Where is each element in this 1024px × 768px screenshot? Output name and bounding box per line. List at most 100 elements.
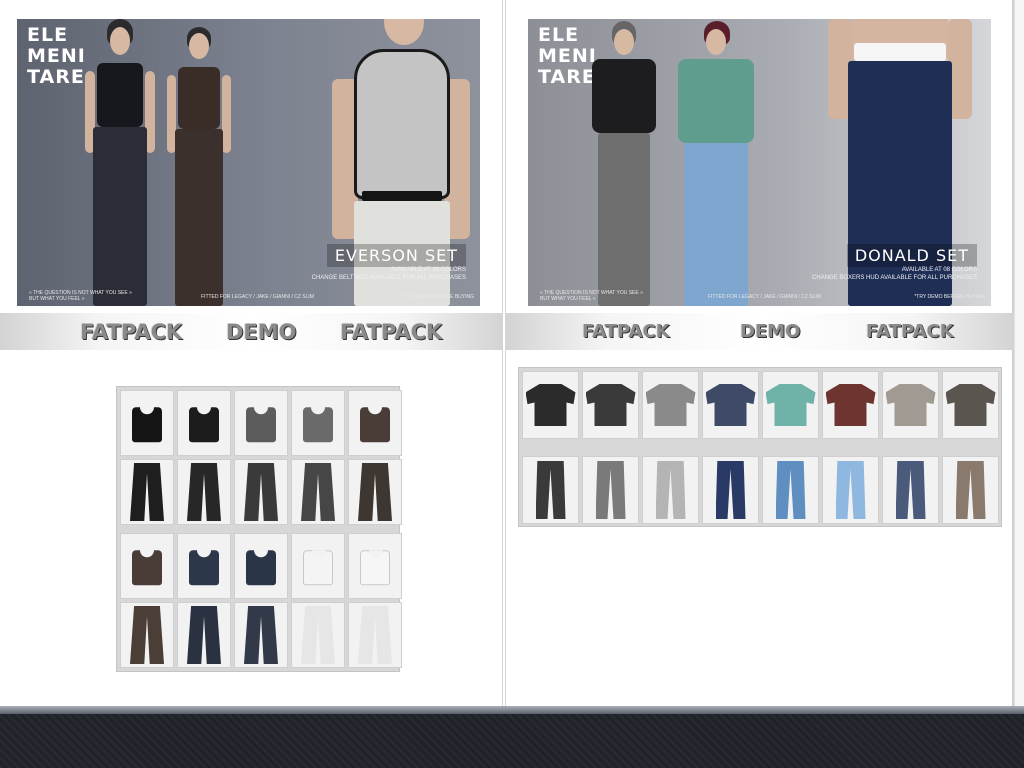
tank-top-swatch[interactable] — [291, 390, 345, 456]
shirt-swatch[interactable] — [702, 371, 759, 439]
tank-top-swatch[interactable] — [348, 390, 402, 456]
pants-swatch[interactable] — [120, 602, 174, 668]
tank-top-icon — [189, 549, 219, 586]
demo-button[interactable]: DEMO — [740, 321, 800, 342]
fatpack-demo-banner: FATPACK DEMO FATPACK — [506, 313, 1015, 350]
pants-icon — [130, 606, 164, 664]
trousers-swatch[interactable] — [942, 456, 999, 524]
set-color-count: AVAILABLE AT 08 COLORS — [901, 267, 977, 273]
set-name-label: DONALD SET — [846, 244, 977, 267]
tank-top-swatch[interactable] — [234, 390, 288, 456]
fatpack-button[interactable]: FATPACK — [340, 320, 442, 344]
pants-icon — [130, 463, 164, 521]
demo-button[interactable]: DEMO — [226, 320, 297, 344]
fatpack-button[interactable]: FATPACK — [866, 321, 954, 342]
shirt-icon — [645, 384, 696, 426]
tank-top-icon — [189, 406, 219, 443]
tank-top-swatch[interactable] — [120, 533, 174, 599]
pants-swatch[interactable] — [120, 459, 174, 525]
trousers-swatch[interactable] — [582, 456, 639, 524]
fatpack-button[interactable]: FATPACK — [80, 320, 182, 344]
shirt-swatch[interactable] — [942, 371, 999, 439]
shirt-icon — [585, 384, 636, 426]
shirt-swatch[interactable] — [582, 371, 639, 439]
set-hud-note: CHANGE BOXERS HUD AVAILABLE FOR ALL PURC… — [812, 275, 977, 281]
set-hud-note: CHANGE BELT HUD AVAILABLE FOR ALL PURCHA… — [311, 275, 466, 281]
background-desktop — [0, 706, 1024, 768]
everson-color-grid — [116, 386, 402, 672]
model-figure — [674, 21, 758, 306]
tank-top-icon — [132, 549, 162, 586]
pants-icon — [358, 606, 392, 664]
shirt-swatch[interactable] — [882, 371, 939, 439]
everson-set-ad-image: ELE MENI TARE EVERSON SET AVAILABLE AT 1… — [17, 19, 480, 306]
tank-top-icon — [246, 549, 276, 586]
trousers-icon — [715, 461, 746, 519]
tank-top-swatch[interactable] — [348, 533, 402, 599]
trousers-icon — [895, 461, 926, 519]
fatpack-button[interactable]: FATPACK — [582, 321, 670, 342]
set-name-label: EVERSON SET — [326, 244, 466, 267]
vendor-logo: ELE MENI TARE — [27, 24, 86, 88]
pants-icon — [244, 463, 278, 521]
pants-swatch[interactable] — [348, 602, 402, 668]
tank-top-icon — [303, 550, 333, 586]
trousers-icon — [535, 461, 566, 519]
shirt-icon — [945, 384, 996, 426]
pants-swatch[interactable] — [177, 602, 231, 668]
trousers-icon — [835, 461, 866, 519]
fitted-bodies-note: FITTED FOR LEGACY / JAKE / GIANNI / CZ S… — [708, 294, 821, 300]
tank-top-icon — [303, 406, 333, 443]
model-figure — [167, 27, 231, 306]
pants-icon — [244, 606, 278, 664]
set-color-count: AVAILABLE AT 10 COLORS — [390, 267, 466, 273]
donald-set-ad-image: ELE MENI TARE DONALD SET AVAILABLE AT 08… — [528, 19, 991, 306]
pants-swatch[interactable] — [177, 459, 231, 525]
trousers-icon — [655, 461, 686, 519]
pants-icon — [187, 606, 221, 664]
tank-top-icon — [132, 406, 162, 443]
shirt-swatch[interactable] — [762, 371, 819, 439]
model-figure — [85, 19, 155, 306]
tank-top-swatch[interactable] — [234, 533, 288, 599]
pants-icon — [301, 463, 335, 521]
donald-color-grid — [518, 367, 1002, 527]
shirt-icon — [525, 384, 576, 426]
model-figure — [588, 21, 660, 306]
donald-set-panel: ELE MENI TARE DONALD SET AVAILABLE AT 08… — [505, 0, 1015, 706]
window-scroll-edge[interactable] — [1014, 0, 1024, 706]
ad-tagline: « THE QUESTION IS NOT WHAT YOU SEE » BUT… — [540, 290, 643, 302]
try-demo-note: *TRY DEMO BEFORE BUYING — [914, 294, 985, 300]
shirt-swatch[interactable] — [642, 371, 699, 439]
pants-swatch[interactable] — [291, 459, 345, 525]
shirt-icon — [825, 384, 876, 426]
shirt-icon — [885, 384, 936, 426]
trousers-icon — [595, 461, 626, 519]
fatpack-demo-banner: FATPACK DEMO FATPACK — [0, 313, 503, 350]
tank-top-swatch[interactable] — [177, 533, 231, 599]
trousers-swatch[interactable] — [822, 456, 879, 524]
ad-tagline: « THE QUESTION IS NOT WHAT YOU SEE » BUT… — [29, 290, 132, 302]
trousers-swatch[interactable] — [762, 456, 819, 524]
pants-icon — [187, 463, 221, 521]
pants-swatch[interactable] — [291, 602, 345, 668]
trousers-swatch[interactable] — [882, 456, 939, 524]
try-demo-note: *TRY DEMO BEFORE BUYING — [403, 294, 474, 300]
pants-swatch[interactable] — [234, 602, 288, 668]
trousers-swatch[interactable] — [702, 456, 759, 524]
pants-icon — [358, 463, 392, 521]
tank-top-icon — [360, 550, 390, 586]
trousers-swatch[interactable] — [642, 456, 699, 524]
pants-swatch[interactable] — [234, 459, 288, 525]
pants-icon — [301, 606, 335, 664]
shirt-swatch[interactable] — [822, 371, 879, 439]
trousers-swatch[interactable] — [522, 456, 579, 524]
shirt-icon — [705, 384, 756, 426]
tank-top-swatch[interactable] — [291, 533, 345, 599]
trousers-icon — [955, 461, 986, 519]
shirt-swatch[interactable] — [522, 371, 579, 439]
tank-top-swatch[interactable] — [120, 390, 174, 456]
pants-swatch[interactable] — [348, 459, 402, 525]
everson-set-panel: ELE MENI TARE EVERSON SET AVAILABLE AT 1… — [0, 0, 503, 706]
tank-top-swatch[interactable] — [177, 390, 231, 456]
